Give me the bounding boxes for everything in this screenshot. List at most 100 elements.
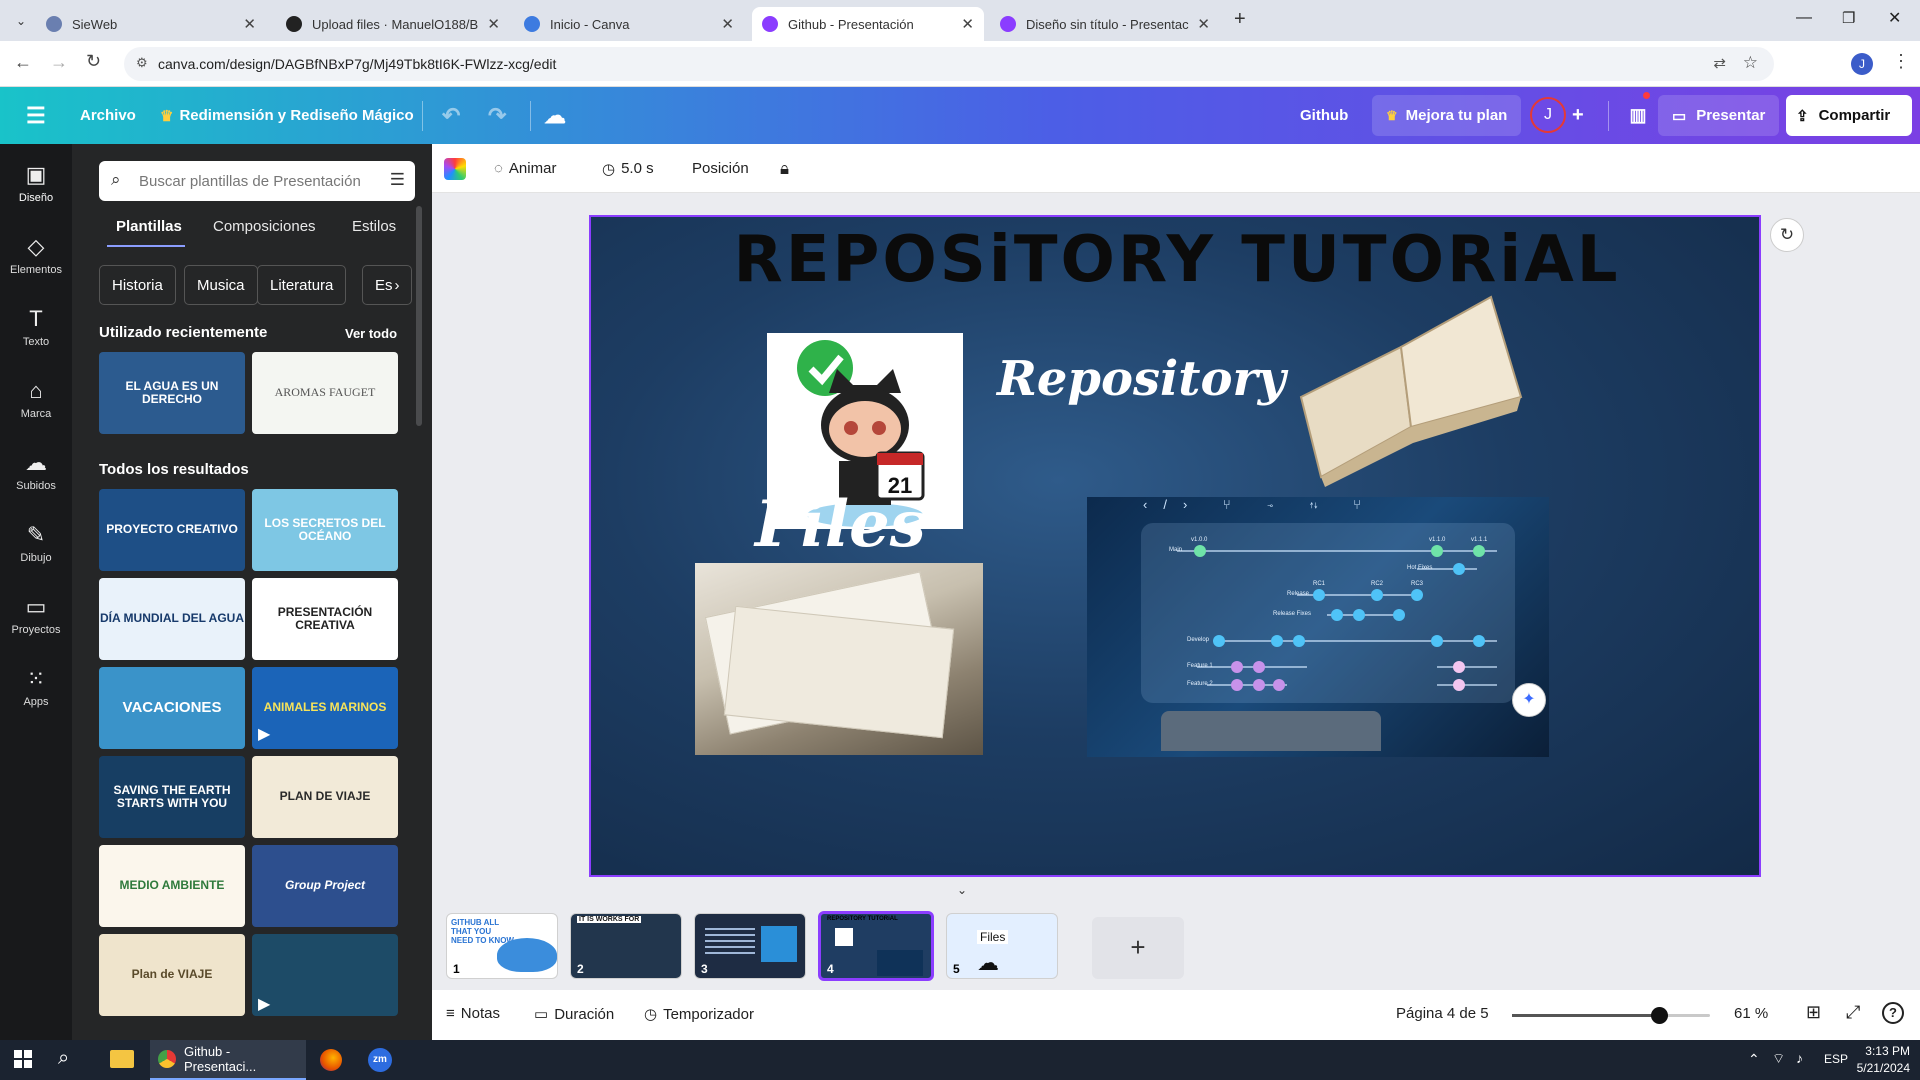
close-window-icon[interactable]: ✕ (1888, 8, 1901, 28)
back-icon[interactable]: ← (14, 52, 32, 73)
page-collapse-chevron-icon[interactable]: ⌄ (950, 883, 974, 897)
windows-start-icon[interactable] (14, 1050, 32, 1068)
magic-resize-button[interactable]: ♛ Redimensión y Rediseño Mágico (160, 87, 414, 144)
close-tab-icon[interactable]: ✕ (961, 15, 974, 33)
duration-bottom-button[interactable]: ▭ Duración (534, 1005, 614, 1023)
wifi-icon[interactable]: ⌔ (1772, 1050, 1785, 1068)
git-flow-image[interactable]: ‹/› ⑂ ⊸ ⇅ ⑂ Main Hot Fixes Release Relea… (1087, 497, 1549, 757)
template-thumb[interactable]: PRESENTACIÓN CREATIVA (252, 578, 398, 660)
template-search-input[interactable]: ⌕ Buscar plantillas de Presentación ☰ (99, 161, 415, 201)
browser-menu-icon[interactable]: ⋮ (1892, 51, 1910, 72)
open-book-image[interactable] (1281, 287, 1531, 487)
position-button[interactable]: Posición (692, 144, 749, 193)
new-tab-button[interactable]: + (1234, 8, 1246, 31)
chip-musica[interactable]: Musica (184, 265, 258, 305)
template-thumb[interactable] (252, 934, 398, 1016)
template-thumb[interactable]: MEDIO AMBIENTE (99, 845, 245, 927)
rail-item-text[interactable]: T Texto (0, 306, 72, 348)
browser-tab[interactable]: Upload files · ManuelO188/Bim ✕ (276, 7, 510, 41)
redo-icon[interactable]: ↷ (488, 87, 506, 144)
close-tab-icon[interactable]: ✕ (487, 15, 500, 33)
grid-view-icon[interactable]: ⊞ (1806, 1002, 1821, 1023)
language-indicator[interactable]: ESP (1824, 1052, 1848, 1066)
template-thumb[interactable]: VACACIONES (99, 667, 245, 749)
template-thumb[interactable]: PROYECTO CREATIVO (99, 489, 245, 571)
fullscreen-icon[interactable]: ⤢ (1846, 1002, 1860, 1023)
clock-date[interactable]: 5/21/2024 (1852, 1061, 1910, 1075)
forward-icon[interactable]: → (50, 52, 68, 73)
paper-stack-image[interactable] (695, 563, 983, 755)
translate-icon[interactable]: ⇄ (1713, 54, 1726, 72)
minimize-icon[interactable]: — (1796, 9, 1812, 27)
template-thumb[interactable]: ANIMALES MARINOS (252, 667, 398, 749)
tab-styles[interactable]: Estilos (352, 218, 396, 235)
rail-item-design[interactable]: ▣ Diseño (0, 162, 72, 204)
zoom-slider-track[interactable] (1512, 1007, 1710, 1024)
undo-icon[interactable]: ↶ (442, 87, 460, 144)
page-indicator[interactable]: Página 4 de 5 (1396, 1005, 1489, 1022)
template-thumb[interactable]: SAVING THE EARTH STARTS WITH YOU (99, 756, 245, 838)
rail-item-projects[interactable]: ▭ Proyectos (0, 594, 72, 636)
rail-item-brand[interactable]: ⌂ Marca (0, 378, 72, 420)
filter-sliders-icon[interactable]: ☰ (390, 170, 405, 190)
close-tab-icon[interactable]: ✕ (243, 15, 256, 33)
color-picker-swatch[interactable] (444, 158, 466, 180)
zoom-app-icon[interactable]: zm (368, 1048, 392, 1072)
volume-icon[interactable]: ♪ (1796, 1050, 1803, 1066)
firefox-icon[interactable] (320, 1049, 342, 1071)
tab-search-button[interactable]: ⌄ (10, 10, 32, 32)
tab-templates[interactable]: Plantillas (116, 218, 182, 235)
slide-page-4[interactable]: REPOSiTORY TUTORiAL 21 Repository Files … (589, 215, 1761, 877)
repository-label[interactable]: Repository (997, 351, 1286, 407)
duration-button[interactable]: ◷ 5.0 s (602, 144, 654, 193)
tab-compositions[interactable]: Composiciones (213, 218, 316, 235)
chevron-right-icon[interactable]: › (395, 277, 400, 294)
add-page-button[interactable]: + (1092, 917, 1184, 979)
template-thumb[interactable]: DÍA MUNDIAL DEL AGUA (99, 578, 245, 660)
user-avatar[interactable]: J (1530, 97, 1566, 133)
site-info-icon[interactable]: ⚙ (136, 55, 148, 71)
bookmark-star-icon[interactable]: ☆ (1743, 53, 1758, 73)
page-thumb-4-selected[interactable]: REPOSiTORY TUTORiAL 4 (818, 911, 934, 981)
page-thumb-1[interactable]: GITHUB ALL THAT YOU NEED TO KNOW 1 (446, 913, 558, 979)
insights-chart-icon[interactable]: ▥ (1618, 87, 1658, 144)
file-explorer-icon[interactable] (110, 1050, 134, 1068)
taskbar-chrome-app[interactable]: Github - Presentaci... (150, 1040, 306, 1080)
recent-template-thumb[interactable]: AROMAS FAUGET (252, 352, 398, 434)
share-button[interactable]: ⇪ Compartir (1786, 95, 1912, 136)
browser-tab[interactable]: Diseño sin título - Presentación ✕ (990, 7, 1220, 41)
chip-historia[interactable]: Historia (99, 265, 176, 305)
animate-button[interactable]: ◌ Animar (494, 144, 556, 193)
browser-tab[interactable]: Inicio - Canva ✕ (514, 7, 744, 41)
page-thumb-3[interactable]: 3 (694, 913, 806, 979)
main-menu-icon[interactable]: ☰ (26, 87, 46, 144)
slide-title[interactable]: REPOSiTORY TUTORiAL (591, 223, 1759, 297)
rail-item-apps[interactable]: ⁙ Apps (0, 666, 72, 708)
tray-chevron-icon[interactable]: ⌃ (1748, 1051, 1760, 1068)
magic-assistant-button[interactable]: ✦ (1512, 683, 1546, 717)
template-thumb[interactable]: Group Project (252, 845, 398, 927)
chip-partial[interactable]: Es › (362, 265, 412, 305)
recent-template-thumb[interactable]: EL AGUA ES UN DERECHO (99, 352, 245, 434)
close-tab-icon[interactable]: ✕ (1197, 15, 1210, 33)
help-icon[interactable]: ? (1882, 1002, 1904, 1024)
panel-scrollbar[interactable] (416, 206, 422, 426)
add-collaborator-icon[interactable]: + (1572, 87, 1584, 144)
browser-tab[interactable]: SieWeb ✕ (36, 7, 266, 41)
reload-icon[interactable]: ↻ (86, 51, 101, 72)
timer-button[interactable]: ◷ Temporizador (644, 1005, 754, 1023)
notes-button[interactable]: ≡ Notas (446, 1005, 500, 1022)
files-label[interactable]: Files (755, 487, 926, 562)
restore-icon[interactable]: ❐ (1842, 9, 1855, 27)
upgrade-plan-button[interactable]: ♛ Mejora tu plan (1372, 95, 1522, 136)
clock-time[interactable]: 3:13 PM (1862, 1044, 1910, 1058)
present-button[interactable]: ▭ Presentar (1658, 95, 1780, 136)
rail-item-elements[interactable]: ◇ Elementos (0, 234, 72, 276)
chip-literatura[interactable]: Literatura (257, 265, 347, 305)
url-field[interactable]: ⚙ canva.com/design/DAGBfNBxP7g/Mj49Tbk8t… (124, 47, 1774, 81)
template-thumb[interactable]: PLAN DE VIAJE (252, 756, 398, 838)
page-thumb-5[interactable]: Files ☁ 5 (946, 913, 1058, 979)
template-thumb[interactable]: Plan de VIAJE (99, 934, 245, 1016)
add-comment-circle[interactable]: ↻ (1770, 218, 1804, 252)
rail-item-uploads[interactable]: ☁ Subidos (0, 450, 72, 492)
